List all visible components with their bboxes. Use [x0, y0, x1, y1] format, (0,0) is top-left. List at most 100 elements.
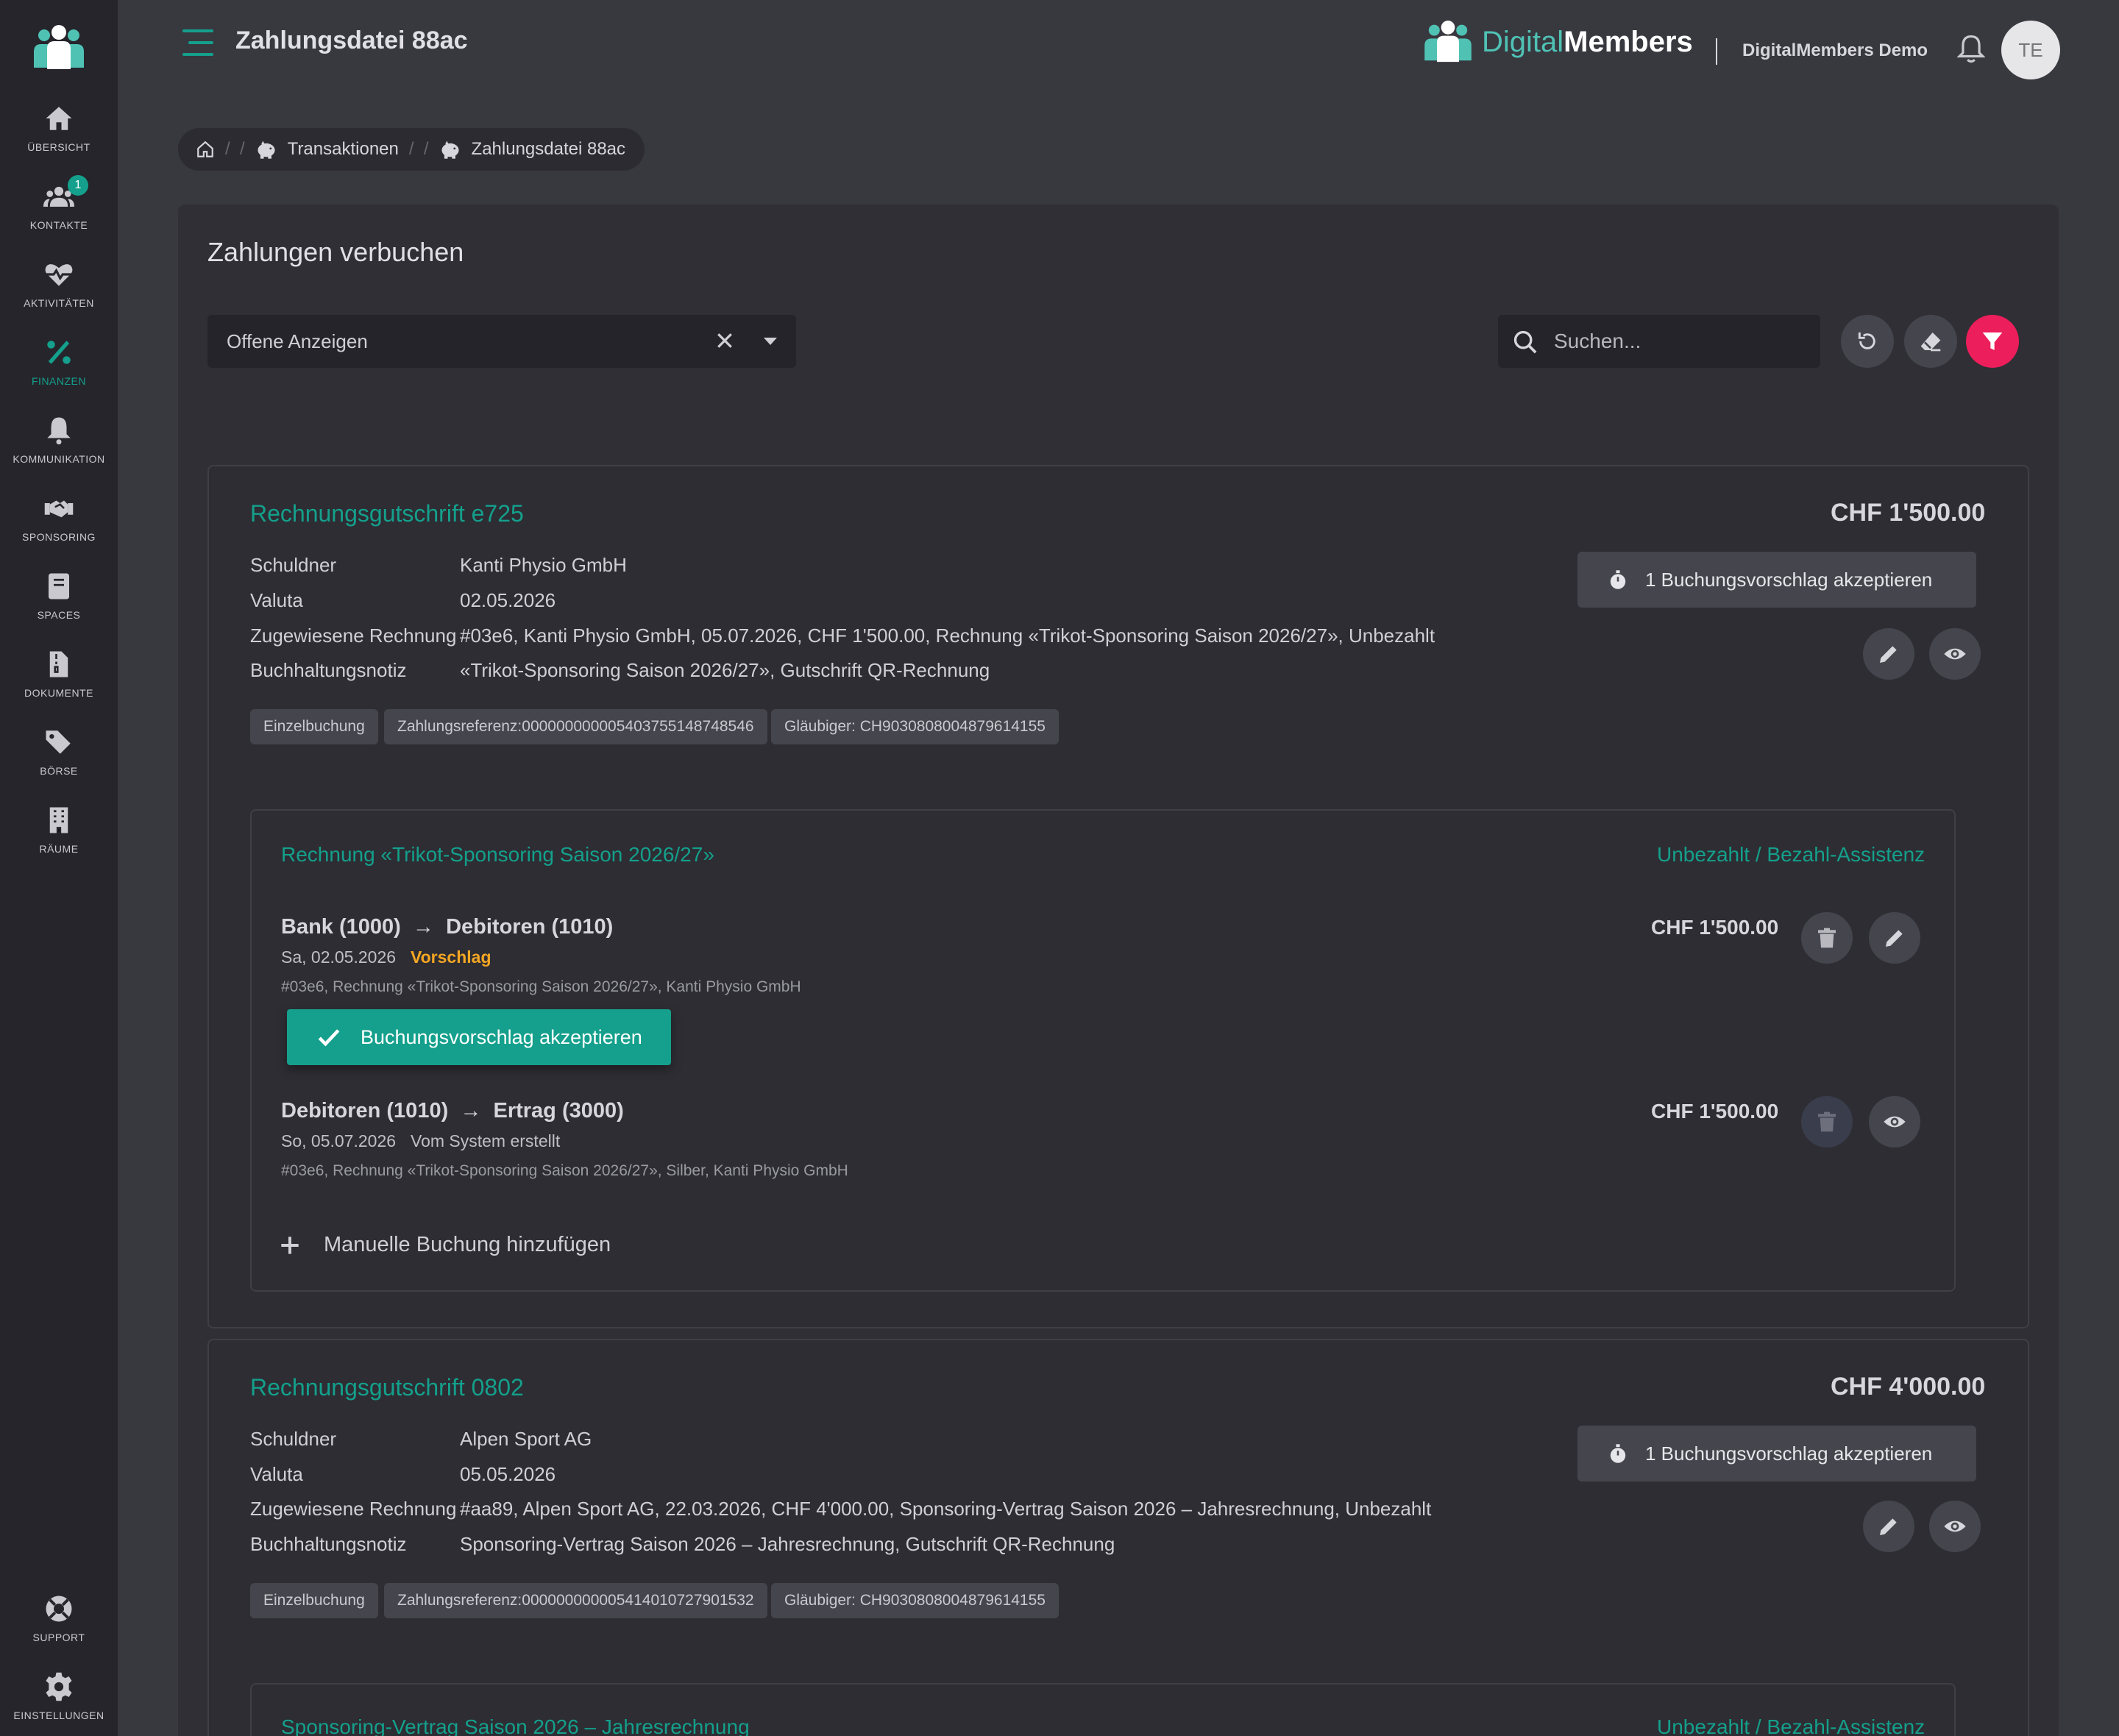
add-manual-booking-label: Manuelle Buchung hinzufügen: [324, 1233, 611, 1256]
valuta-label: Valuta: [250, 589, 303, 611]
booking-source: Vom System erstellt: [411, 1131, 561, 1150]
filter-select[interactable]: Offene Anzeigen: [207, 315, 796, 368]
nav-item-einstellungen[interactable]: Einstellungen: [0, 1671, 118, 1736]
debtor-value: Alpen Sport AG: [460, 1428, 592, 1450]
panel-title: Zahlungen verbuchen: [207, 237, 464, 267]
accept-all-label: 1 Buchungsvorschlag akzeptieren: [1645, 568, 1933, 591]
nav-item-uebersicht[interactable]: Übersicht: [0, 103, 118, 177]
handshake-icon: [44, 500, 74, 518]
nav-item-aktivitaeten[interactable]: Aktivitäten: [0, 259, 118, 332]
booking-amount: CHF 1'500.00: [1651, 1100, 1779, 1123]
menu-toggle-icon[interactable]: [182, 28, 213, 57]
debtor-label: Schuldner: [250, 1428, 337, 1450]
invoice-title[interactable]: Rechnung «Trikot-Sponsoring Saison 2026/…: [281, 843, 714, 867]
nav-label: Spaces: [37, 609, 81, 621]
payment-title[interactable]: Rechnungsgutschrift 0802: [250, 1374, 524, 1401]
accounting-note-value: «Trikot-Sponsoring Saison 2026/27», Guts…: [460, 659, 990, 681]
reload-button[interactable]: [1841, 315, 1894, 368]
assigned-invoice-value: #aa89, Alpen Sport AG, 22.03.2026, CHF 4…: [460, 1498, 1432, 1520]
breadcrumb-item-transaktionen[interactable]: Transaktionen: [288, 139, 399, 160]
booking-accounts: Bank (1000) → Debitoren (1010): [281, 915, 613, 939]
edit-booking-button[interactable]: [1869, 912, 1920, 964]
accounting-note-label: Buchhaltungsnotiz: [250, 659, 407, 681]
notifications-bell-icon[interactable]: [1957, 34, 1985, 65]
view-payment-button[interactable]: [1929, 1501, 1981, 1552]
nav-item-spaces[interactable]: Spaces: [0, 571, 118, 644]
book-icon: [49, 573, 69, 600]
delete-booking-button[interactable]: [1801, 912, 1853, 964]
search-input[interactable]: [1554, 325, 1804, 357]
brand-logo: DigitalMembers: [1421, 21, 1693, 63]
nav-label: Übersicht: [27, 141, 90, 153]
organization-name[interactable]: DigitalMembers Demo: [1742, 40, 1928, 61]
user-avatar[interactable]: TE: [2001, 21, 2060, 79]
app-logo-icon[interactable]: [32, 25, 85, 71]
nav-item-support[interactable]: Support: [0, 1593, 118, 1667]
nav-item-kontakte[interactable]: 1 Kontakte: [0, 175, 118, 255]
valuta-value: 05.05.2026: [460, 1463, 556, 1485]
assigned-invoice-label: Zugewiesene Rechnung: [250, 1498, 457, 1520]
view-booking-button[interactable]: [1869, 1096, 1920, 1148]
view-payment-button[interactable]: [1929, 628, 1981, 680]
notification-badge: 1: [68, 175, 88, 196]
payment-amount: CHF 4'000.00: [1831, 1373, 1986, 1401]
payment-title[interactable]: Rechnungsgutschrift e725: [250, 500, 524, 527]
nav-item-finanzen[interactable]: Finanzen: [0, 337, 118, 410]
brand-name-part1: Digital: [1482, 25, 1564, 58]
stopwatch-icon: [1610, 1444, 1626, 1463]
breadcrumb-separator: / /: [408, 139, 429, 159]
breadcrumb-separator: / /: [225, 139, 245, 159]
valuta-label: Valuta: [250, 1463, 303, 1485]
invoice-status[interactable]: Unbezahlt / Bezahl-Assistenz: [1657, 843, 1925, 867]
invoice-status[interactable]: Unbezahlt / Bezahl-Assistenz: [1657, 1715, 1925, 1736]
pencil-icon: [1880, 1518, 1897, 1535]
tag-creditor: Gläubiger: CH9030808004879614155: [771, 709, 1059, 744]
nav-label: Sponsoring: [22, 531, 96, 543]
accept-all-suggestions-button[interactable]: 1 Buchungsvorschlag akzeptieren: [1577, 1426, 1976, 1481]
accept-all-suggestions-button[interactable]: 1 Buchungsvorschlag akzeptieren: [1577, 552, 1976, 608]
home-icon[interactable]: [196, 140, 215, 159]
piggy-bank-icon: [441, 140, 459, 159]
bell-icon: [47, 417, 71, 445]
filter-icon: [1982, 332, 2003, 350]
pencil-icon: [1880, 646, 1897, 663]
trash-icon: [1818, 1111, 1836, 1132]
nav-label: Finanzen: [32, 375, 86, 387]
nav-item-raeume[interactable]: Räume: [0, 805, 118, 878]
nav-item-boerse[interactable]: Börse: [0, 727, 118, 800]
debtor-value: Kanti Physio GmbH: [460, 554, 627, 576]
assigned-invoice-label: Zugewiesene Rechnung: [250, 625, 457, 647]
booking-suggestion-flag: Vorschlag: [411, 947, 491, 967]
delete-booking-button-disabled: [1801, 1096, 1853, 1148]
accounting-note-label: Buchhaltungsnotiz: [250, 1533, 407, 1555]
chevron-down-icon[interactable]: [762, 335, 778, 347]
building-icon: [49, 807, 68, 834]
tag-booking-type: Einzelbuchung: [250, 1583, 378, 1618]
breadcrumb-item-current[interactable]: Zahlungsdatei 88ac: [472, 139, 625, 160]
valuta-value: 02.05.2026: [460, 589, 556, 611]
reset-filter-button[interactable]: [1904, 315, 1957, 368]
nav-item-sponsoring[interactable]: Sponsoring: [0, 493, 118, 566]
accept-suggestion-button[interactable]: Buchungsvorschlag akzeptieren: [287, 1009, 671, 1065]
invoice-title[interactable]: Sponsoring-Vertrag Saison 2026 – Jahresr…: [281, 1715, 750, 1736]
filter-button[interactable]: [1966, 315, 2019, 368]
payment-amount: CHF 1'500.00: [1831, 499, 1986, 527]
clear-icon[interactable]: [714, 330, 736, 352]
nav-item-dokumente[interactable]: Dokumente: [0, 649, 118, 722]
pencil-icon: [1886, 930, 1903, 947]
search-box: [1498, 315, 1820, 368]
booking-from-account: Bank (1000): [281, 915, 401, 939]
plus-icon: [281, 1236, 299, 1254]
search-icon: [1513, 330, 1537, 354]
nav-label: Support: [32, 1632, 85, 1643]
arrow-right-icon: →: [454, 1099, 488, 1123]
brand-name-part2: Members: [1563, 25, 1693, 58]
add-manual-booking-button[interactable]: Manuelle Buchung hinzufügen: [280, 1233, 611, 1257]
booking-description: #03e6, Rechnung «Trikot-Sponsoring Saiso…: [281, 1162, 848, 1179]
nav-item-kommunikation[interactable]: Kommunikation: [0, 415, 118, 488]
filter-select-value: Offene Anzeigen: [227, 330, 368, 352]
refresh-icon: [1858, 332, 1875, 349]
edit-payment-button[interactable]: [1863, 1501, 1914, 1552]
nav-label: Kommunikation: [13, 453, 105, 465]
edit-payment-button[interactable]: [1863, 628, 1914, 680]
